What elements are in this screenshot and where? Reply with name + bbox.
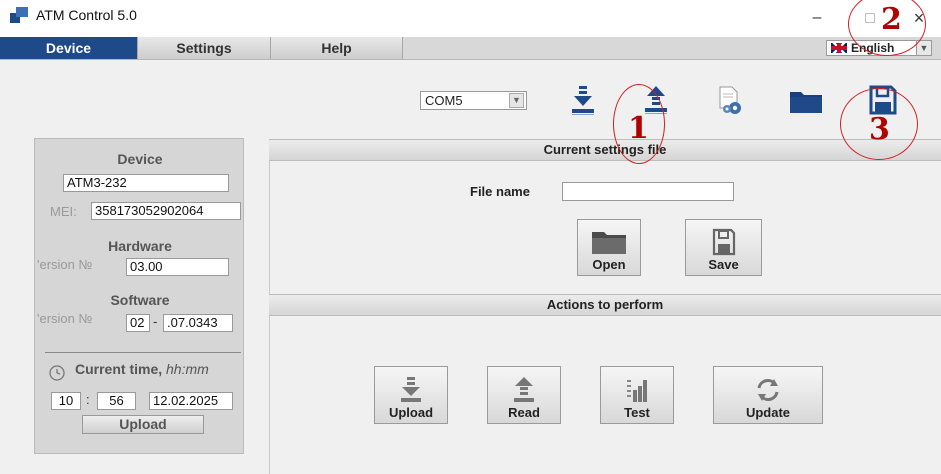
bar-chart-icon [627, 380, 647, 402]
device-model-field: ATM3-232 [63, 174, 229, 192]
window-title: ATM Control 5.0 [36, 7, 137, 23]
upload-action-label: Upload [388, 405, 434, 420]
menu-bar: Device Settings Help English ▼ [0, 37, 941, 60]
file-name-label: File name [470, 184, 530, 199]
minutes-field: 56 [97, 392, 136, 410]
imei-field: 358173052902064 [91, 202, 241, 220]
software-version-major-field: 02 [126, 314, 150, 332]
tab-device[interactable]: Device [0, 37, 138, 59]
device-heading: Device [117, 151, 163, 167]
current-time-text: Current time, [75, 361, 163, 377]
settings-file-gear-icon[interactable] [714, 83, 748, 117]
update-action-label: Update [745, 405, 791, 420]
refresh-icon [757, 379, 779, 401]
open-button-label: Open [592, 257, 626, 272]
current-time-label: Current time, hh:mm [75, 361, 209, 377]
hours-field: 10 [51, 392, 81, 410]
test-action-button[interactable]: Test [600, 366, 674, 424]
tab-settings[interactable]: Settings [138, 37, 271, 59]
uk-flag-icon [831, 43, 847, 53]
annotation-number-2: 2 [881, 2, 902, 37]
tab-help[interactable]: Help [271, 37, 403, 59]
upload-icon [401, 377, 421, 402]
upload-to-device-icon[interactable] [566, 83, 600, 117]
annotation-number-3: 3 [869, 112, 890, 147]
time-separator: : [86, 392, 90, 407]
current-settings-header: Current settings file [269, 139, 941, 161]
upload-time-button[interactable]: Upload [82, 415, 204, 434]
save-button[interactable]: Save [685, 219, 762, 276]
upload-action-button[interactable]: Upload [374, 366, 448, 424]
folder-icon [592, 232, 626, 254]
annotation-number-1: 1 [628, 111, 649, 146]
update-action-button[interactable]: Update [713, 366, 823, 424]
app-icon [10, 7, 28, 23]
software-version-minor-field: .07.0343 [163, 314, 233, 332]
file-name-input[interactable] [562, 182, 734, 201]
device-info-panel: Device ATM3-232 MEI: 358173052902064 Har… [34, 138, 244, 454]
open-button[interactable]: Open [577, 219, 641, 276]
read-action-label: Read [508, 405, 540, 420]
read-action-button[interactable]: Read [487, 366, 561, 424]
hardware-heading: Hardware [108, 238, 172, 254]
imei-label: MEI: [50, 204, 77, 219]
software-heading: Software [110, 292, 170, 308]
test-action-label: Test [624, 405, 650, 420]
minimize-button[interactable]: – [795, 3, 839, 33]
date-field: 12.02.2025 [149, 392, 233, 410]
com-port-select[interactable]: COM5 ▼ [420, 91, 527, 110]
chevron-down-icon: ▼ [509, 93, 524, 108]
time-format-hint: hh:mm [166, 361, 209, 377]
panel-divider [45, 352, 241, 353]
floppy-icon [712, 228, 735, 256]
clock-icon [49, 365, 65, 386]
save-button-label: Save [708, 257, 739, 272]
software-version-separator: - [153, 314, 158, 329]
actions-header: Actions to perform [269, 294, 941, 316]
open-folder-icon[interactable] [789, 83, 823, 117]
hardware-version-label: 'ersion № [37, 257, 93, 272]
com-port-value: COM5 [425, 93, 463, 108]
software-version-label: 'ersion № [37, 311, 93, 326]
read-icon [514, 377, 534, 402]
hardware-version-field: 03.00 [126, 258, 229, 276]
